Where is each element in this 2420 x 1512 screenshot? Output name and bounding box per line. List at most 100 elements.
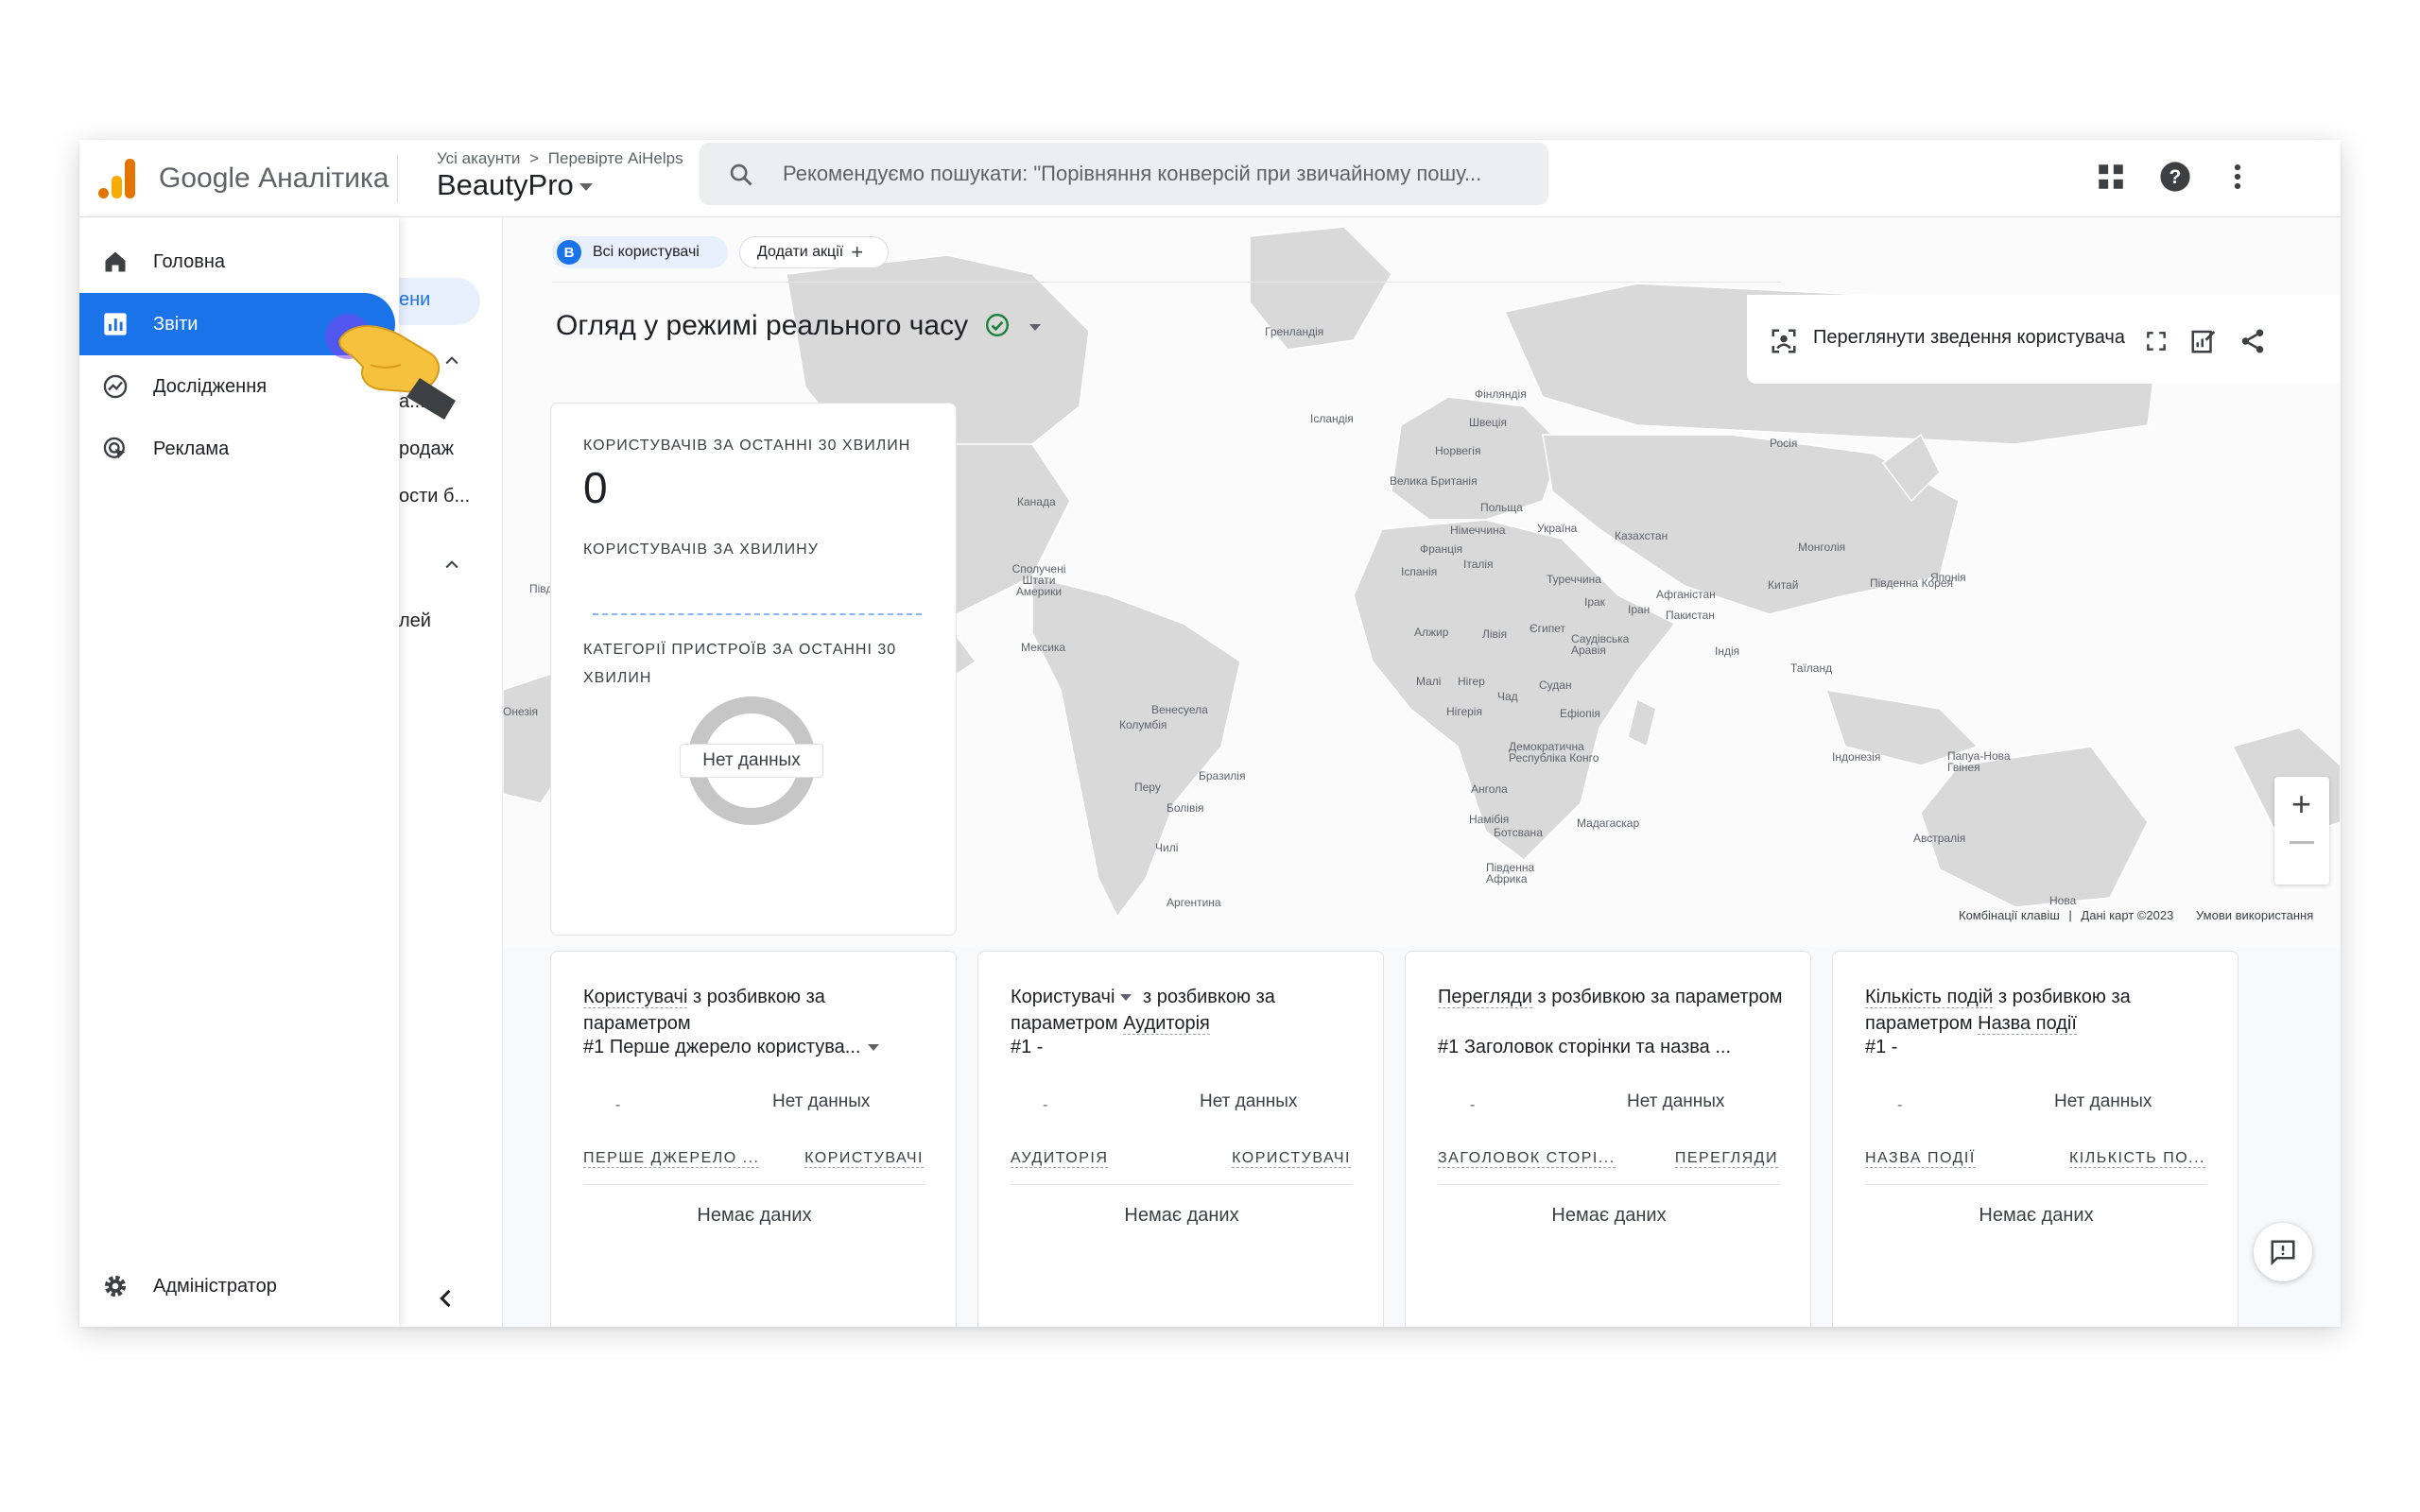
page-title: Огляд у режимі реального часу <box>556 310 1041 342</box>
breadcrumb-all-accounts[interactable]: Усі акаунти <box>437 149 520 167</box>
subnav-item[interactable]: родаж <box>399 438 454 460</box>
map-attribution: Комбінації клавіш | Дані карт ©2023 Умов… <box>1959 908 2314 922</box>
caret-down-icon[interactable] <box>1028 323 1041 331</box>
pointer-hand-icon <box>325 314 456 420</box>
rank-value: #1 <box>1438 1037 1460 1057</box>
per-minute-chart <box>593 613 922 615</box>
card-metric[interactable]: Перегляди <box>1438 987 1532 1008</box>
breadcrumb-account[interactable]: Перевірте AiHelps <box>548 149 683 167</box>
card-users-by-audience: Користувачі з розбивкою за параметром Ау… <box>977 951 1384 1327</box>
realtime-users-card: КОРИСТУВАЧІВ ЗА ОСТАННІ 30 ХВИЛИН 0 КОРИ… <box>550 403 957 936</box>
card-events-by-name: Кількість подій з розбивкою за параметро… <box>1832 951 2238 1327</box>
column-header[interactable]: НАЗВА ПОДІЇ <box>1865 1150 1976 1168</box>
subnav-item[interactable]: лей <box>399 610 431 632</box>
app-window: Google Аналітика Усі акаунти > Перевірте… <box>79 140 2341 1327</box>
no-data-chart: Нет данных <box>772 1091 871 1111</box>
breadcrumb[interactable]: Усі акаунти > Перевірте AiHelps <box>437 149 683 168</box>
add-comparison-button[interactable]: Додати акції + <box>739 236 889 268</box>
segment-label: Всі користувачі <box>593 244 700 260</box>
more-vert-icon[interactable] <box>2221 161 2254 193</box>
column-header[interactable]: ПЕРЕГЛЯДИ <box>1674 1150 1778 1168</box>
card-rank: #1 - <box>1865 1037 1898 1057</box>
no-data-label: Нет данных <box>680 744 823 778</box>
map-data-credit: Дані карт ©2023 <box>2081 908 2174 922</box>
card-rank[interactable]: #1 Заголовок сторінки та назва ... <box>1438 1037 1797 1058</box>
nav-item-admin[interactable]: Адміністратор <box>79 1255 399 1317</box>
zoom-out-icon[interactable] <box>2290 841 2314 844</box>
caret-down-icon[interactable] <box>1120 994 1132 1002</box>
segment-chip[interactable]: B Всі користувачі <box>552 236 728 268</box>
device-caption-2: ХВИЛИН <box>583 670 652 686</box>
chevron-right-icon: > <box>529 149 540 167</box>
column-header[interactable]: КОРИСТУВАЧІ <box>804 1150 924 1168</box>
column-header[interactable]: ЗАГОЛОВОК СТОРІ... <box>1438 1150 1616 1168</box>
empty-state: Немає даних <box>697 1205 812 1226</box>
keyboard-shortcuts-link[interactable]: Комбінації клавіш <box>1959 908 2060 922</box>
apps-grid-icon[interactable] <box>2095 161 2127 193</box>
column-header[interactable]: АУДИТОРІЯ <box>1011 1150 1109 1168</box>
card-metric[interactable]: Кількість подій <box>1865 987 1994 1008</box>
no-data-chart: Нет данных <box>1627 1091 1725 1111</box>
divider <box>1438 1184 1780 1185</box>
reports-icon <box>104 313 127 335</box>
property-selector[interactable]: BeautyPro <box>437 168 593 202</box>
dimension-selector[interactable]: Аудиторія <box>1123 1013 1210 1035</box>
divider <box>552 282 1781 283</box>
dimension-selector[interactable]: Перше джерело користува... <box>610 1037 861 1057</box>
nav-item-home[interactable]: Головна <box>79 231 399 293</box>
device-caption: КАТЕГОРІЇ ПРИСТРОЇВ ЗА ОСТАННІ 30 <box>583 642 897 658</box>
app-name: Google Аналітика <box>159 163 389 194</box>
nav-item-label: Звіти <box>153 314 199 335</box>
rank-value: #1 <box>583 1037 605 1057</box>
zoom-in-icon[interactable]: + <box>2291 787 2311 821</box>
column-header[interactable]: КОРИСТУВАЧІ <box>1232 1150 1351 1168</box>
terms-link[interactable]: Умови використання <box>2196 908 2313 922</box>
segment-badge: B <box>557 240 581 265</box>
search-icon <box>730 163 752 186</box>
column-header[interactable]: ПЕРШЕ ДЖЕРЕЛО ... <box>583 1150 760 1168</box>
fullscreen-icon[interactable] <box>2144 329 2169 353</box>
chevron-up-icon[interactable] <box>442 556 461 575</box>
empty-state: Немає даних <box>1979 1205 2094 1226</box>
collapse-left-icon[interactable] <box>433 1285 459 1312</box>
page-tools: Переглянути зведення користувача <box>1747 295 2341 384</box>
column-header[interactable]: КІЛЬКІСТЬ ПО... <box>2068 1150 2205 1168</box>
search-bar[interactable] <box>700 143 1548 205</box>
dimension-selector[interactable]: Заголовок сторінки та назва ... <box>1464 1037 1731 1057</box>
no-data-chart: Нет данных <box>1200 1091 1298 1111</box>
empty-state: Немає даних <box>1551 1205 1667 1226</box>
card-title: Перегляди з розбивкою за параметром <box>1438 984 1788 1010</box>
feedback-button[interactable] <box>2254 1223 2312 1281</box>
nav-item-label: Реклама <box>153 438 230 459</box>
nav-item-label: Дослідження <box>153 376 268 397</box>
analytics-logo-icon[interactable] <box>98 159 136 198</box>
empty-state: Немає даних <box>1124 1205 1239 1226</box>
subnav-item[interactable]: ости б... <box>399 486 470 507</box>
divider <box>1011 1184 1353 1185</box>
card-title: Кількість подій з розбивкою за параметро… <box>1865 984 2215 1037</box>
advertising-icon <box>103 437 126 459</box>
divider <box>397 155 398 202</box>
map-zoom-control: + <box>2274 777 2329 885</box>
edit-report-icon[interactable] <box>2189 327 2218 355</box>
svg-text:?: ? <box>2169 165 2182 188</box>
main-content: Гренландія Ісландія Фінляндія Швеція Нор… <box>503 217 2341 1327</box>
search-input[interactable] <box>783 143 1539 205</box>
check-circle-icon <box>986 313 1010 337</box>
card-metric[interactable]: Користувачі <box>583 987 688 1008</box>
chart-dash: - <box>1897 1097 1903 1113</box>
dimension-selector[interactable]: Назва події <box>1978 1013 2077 1035</box>
user-snapshot-button[interactable]: Переглянути зведення користувача <box>1813 327 2125 349</box>
home-icon <box>105 251 126 272</box>
page-title-text: Огляд у режимі реального часу <box>556 310 969 341</box>
chart-dash: - <box>615 1097 621 1113</box>
share-icon[interactable] <box>2238 327 2267 355</box>
user-snapshot-icon[interactable] <box>1770 327 1798 355</box>
card-metric[interactable]: Користувачі <box>1011 987 1115 1007</box>
help-icon[interactable]: ? <box>2159 161 2191 193</box>
nav-item-label: Головна <box>153 251 225 272</box>
caret-down-icon <box>868 1044 880 1052</box>
card-rank[interactable]: #1 Перше джерело користува... <box>583 1037 942 1058</box>
card-title-rest: з розбивкою за параметром <box>1531 987 1783 1007</box>
caret-down-icon <box>579 182 593 191</box>
